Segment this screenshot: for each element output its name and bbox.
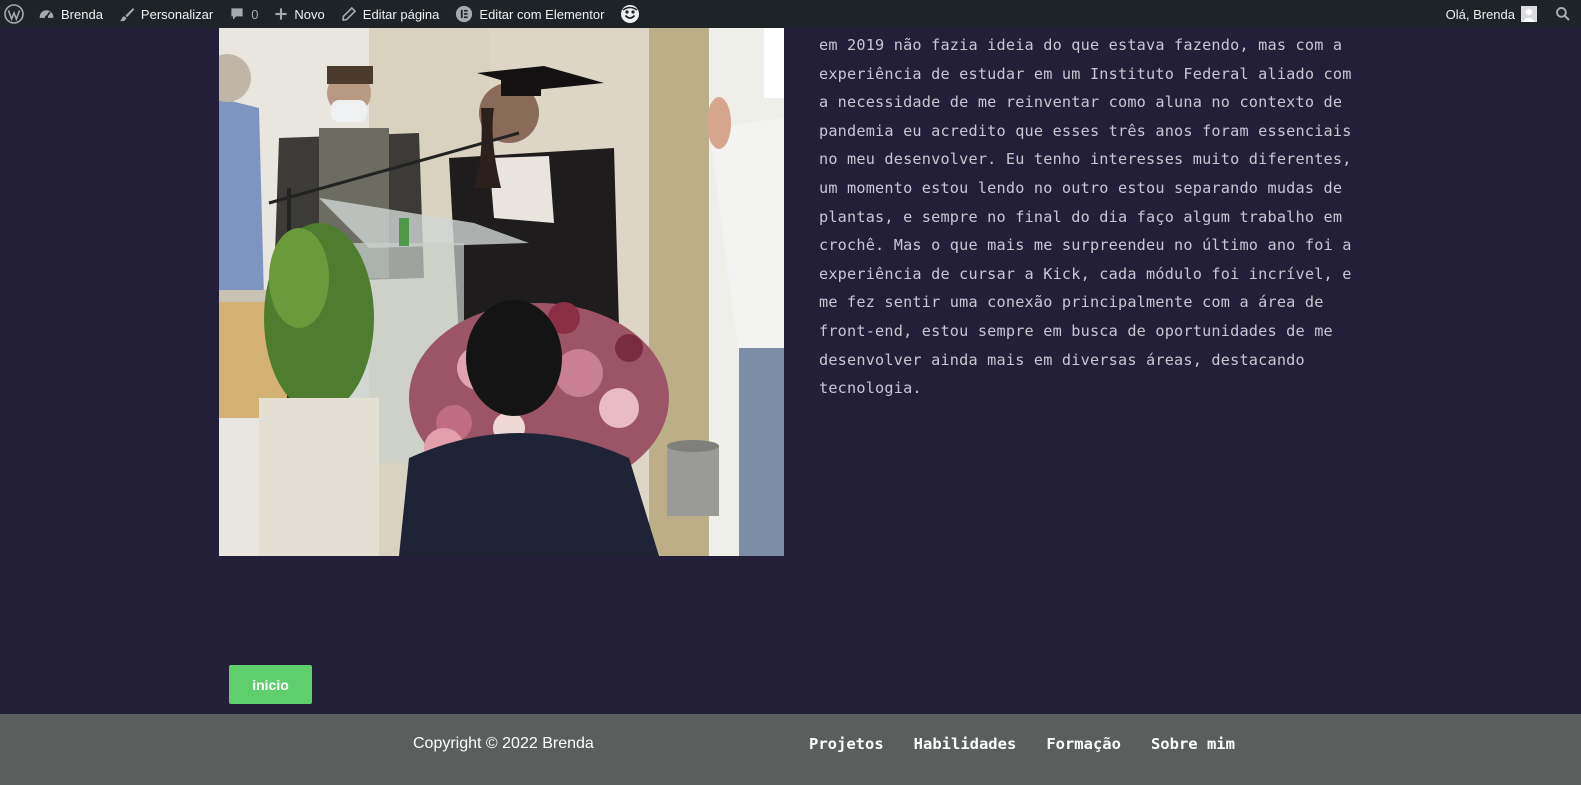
avatar: [1521, 6, 1537, 22]
home-button[interactable]: inicio: [229, 665, 312, 704]
admin-search-button[interactable]: [1545, 0, 1581, 28]
new-content-label: Novo: [294, 6, 325, 22]
comments-link[interactable]: 0: [221, 0, 266, 28]
copyright-text: Copyright © 2022 Brenda: [413, 735, 594, 752]
smiley-icon: [620, 4, 640, 24]
edit-with-elementor-link[interactable]: Editar com Elementor: [447, 0, 612, 28]
admin-bar-right: Olá, Brenda: [1438, 0, 1581, 28]
admin-bar: Brenda Personalizar 0 Novo Editar página…: [0, 0, 1581, 28]
paintbrush-icon: [119, 6, 135, 22]
my-account-link[interactable]: Olá, Brenda: [1438, 0, 1545, 28]
footer-link-formacao[interactable]: Formação: [1046, 735, 1121, 753]
site-name-label: Brenda: [61, 6, 103, 22]
comment-bubble-icon: [229, 6, 245, 22]
elementor-icon: [455, 5, 473, 23]
wordpress-menu[interactable]: [0, 0, 30, 28]
plus-icon: [274, 7, 288, 21]
wordpress-logo-icon: [4, 4, 24, 24]
footer-nav: Projetos Habilidades Formação Sobre mim: [809, 735, 1235, 753]
new-content-link[interactable]: Novo: [266, 0, 332, 28]
edit-with-elementor-label: Editar com Elementor: [479, 6, 605, 22]
footer-link-habilidades[interactable]: Habilidades: [914, 735, 1017, 753]
site-footer: Copyright © 2022 Brenda Projetos Habilid…: [0, 714, 1581, 785]
greeting-label: Olá, Brenda: [1445, 6, 1515, 22]
about-paragraph: em 2019 não fazia ideia do que estava fa…: [819, 36, 1352, 398]
dashboard-icon: [38, 6, 55, 23]
customize-link[interactable]: Personalizar: [111, 0, 221, 28]
admin-bar-left: Brenda Personalizar 0 Novo Editar página…: [0, 0, 648, 28]
extra-plugin-link[interactable]: [612, 0, 648, 28]
footer-link-sobre-mim[interactable]: Sobre mim: [1151, 735, 1235, 753]
edit-page-label: Editar página: [362, 6, 440, 22]
graduation-photo: [219, 28, 784, 556]
comments-count: 0: [251, 6, 259, 22]
customize-label: Personalizar: [140, 6, 214, 22]
pencil-icon: [341, 6, 357, 22]
search-icon: [1555, 6, 1571, 22]
footer-link-projetos[interactable]: Projetos: [809, 735, 884, 753]
edit-page-link[interactable]: Editar página: [333, 0, 448, 28]
site-name-link[interactable]: Brenda: [30, 0, 111, 28]
